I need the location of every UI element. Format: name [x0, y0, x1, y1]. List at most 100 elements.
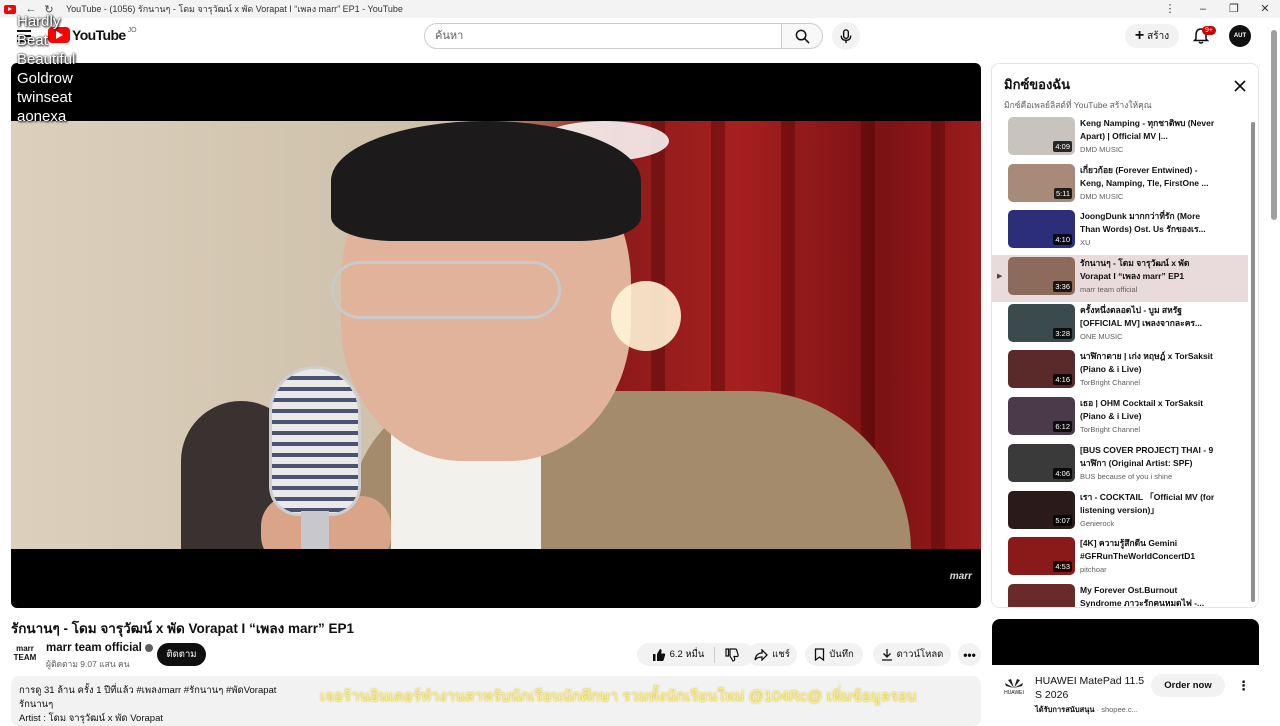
ad-video[interactable]	[992, 619, 1259, 665]
playlist-thumbnail[interactable]	[1008, 583, 1075, 607]
menu-icon[interactable]: ⋮	[1155, 0, 1185, 18]
playlist-item[interactable]: 4:16 นาฬิกาตาย | เก่ง หฤษฎ์ x TorSaksit (…	[992, 348, 1248, 395]
duration-badge: 5:11	[1053, 187, 1072, 199]
playlist-thumbnail[interactable]: 5:07	[1008, 490, 1075, 529]
order-now-button[interactable]: Order now	[1151, 674, 1225, 697]
playlist-thumbnail[interactable]: 3:28	[1008, 303, 1075, 342]
download-button[interactable]: ดาวน์โหลด	[873, 643, 951, 666]
browser-titlebar: ← ↻ YouTube - (1056) รักนานๆ - โดม จารุว…	[0, 0, 1280, 18]
overlay-line: twinseat	[17, 89, 73, 106]
playlist-item-title[interactable]: นาฬิกาตาย | เก่ง หฤษฎ์ x TorSaksit (Pian…	[1080, 350, 1220, 376]
playlist-item-channel: Genierock	[1080, 518, 1115, 528]
create-button[interactable]: + สร้าง	[1125, 24, 1179, 48]
video-title: รักนานๆ - โดม จารุวัฒน์ x พัด Vorapat I …	[11, 621, 354, 636]
duration-badge: 6:12	[1053, 421, 1072, 433]
minimize-icon[interactable]: –	[1188, 0, 1218, 18]
playlist-item-channel: ONE MUSIC	[1080, 331, 1123, 341]
playlist-item-channel: DMD MUSIC	[1080, 191, 1124, 201]
playlist-item-title[interactable]: JoongDunk มากกว่าที่รัก (More Than Words…	[1080, 210, 1220, 236]
playlist-thumbnail[interactable]: 5:11	[1008, 163, 1075, 202]
huawei-logo: HUAWEI	[1004, 679, 1024, 696]
dislike-icon[interactable]	[725, 647, 740, 662]
maximize-icon[interactable]: ❐	[1219, 0, 1249, 18]
bookmark-icon	[815, 648, 825, 661]
plus-icon: +	[1134, 27, 1145, 44]
verified-icon	[144, 643, 153, 652]
more-actions-button[interactable]: •••	[958, 643, 981, 666]
duration-badge: 4:53	[1053, 561, 1072, 573]
playlist-item-channel: TorBright Channel	[1080, 378, 1141, 388]
playlist-item[interactable]: 4:06 [BUS COVER PROJECT] THAI - 9 นาฬิกา …	[992, 442, 1248, 489]
duration-badge: 3:28	[1053, 327, 1072, 339]
more-vertical-icon[interactable]: ⋮	[1237, 679, 1250, 693]
playlist-thumbnail[interactable]: 4:09	[1008, 117, 1075, 155]
avatar[interactable]: AUT	[1229, 25, 1251, 47]
playlist-item-title[interactable]: เรา - COCKTAIL 「Official MV (for listeni…	[1080, 491, 1220, 517]
tab-title: YouTube - (1056) รักนานๆ - โดม จารุวัฒน์…	[66, 4, 403, 14]
playlist-item-title[interactable]: รักนานๆ - โดม จารุวัฒน์ x พัด Vorapat I …	[1080, 257, 1220, 283]
ad-sponsor: ได้รับการสนับสนุน · shopee.c...	[1035, 705, 1138, 714]
playlist-thumbnail[interactable]: 4:53	[1008, 537, 1075, 576]
playlist-item-channel: pitchoar	[1080, 565, 1107, 575]
close-icon[interactable]	[1232, 78, 1248, 94]
search-button[interactable]	[781, 23, 823, 49]
overlay-line: aonexa	[17, 108, 67, 125]
like-dislike-group: 6.2 หมื่น	[637, 643, 754, 666]
playlist-item[interactable]: ▶ 3:36 รักนานๆ - โดม จารุวัฒน์ x พัด Vorap…	[992, 255, 1248, 302]
playlist-thumbnail[interactable]: 4:16	[1008, 350, 1075, 389]
playlist-item[interactable]: 4:09 Keng Namping - ทุกชาติพบ (Never Apar…	[992, 115, 1248, 162]
playlist-scrollbar[interactable]	[1251, 122, 1255, 602]
microphone-icon	[840, 28, 852, 43]
playlist-item-title[interactable]: เกี่ยวก้อย (Forever Entwined) - Keng, Na…	[1080, 164, 1220, 190]
overlay-line: Hardly	[17, 13, 61, 30]
channel-logo[interactable]: marr TEAM	[11, 644, 39, 668]
video-watermark: marr	[949, 571, 972, 582]
like-count[interactable]: 6.2 หมื่น	[670, 647, 705, 662]
save-button[interactable]: บันทึก	[805, 643, 863, 666]
search-input[interactable]: ค้นหา	[424, 23, 782, 49]
playlist-item[interactable]: 4:53 [4K] ความรู้สึกดีน Gemini #GFRunTheW…	[992, 535, 1248, 582]
close-window-icon[interactable]: ✕	[1250, 0, 1280, 18]
subscribe-button[interactable]: ติดตาม	[157, 643, 206, 666]
overlay-text-list: Hardly Beat Beautiful Goldrow twinseat a…	[17, 12, 75, 126]
sponsored-ad[interactable]: HUAWEI HUAWEI MatePad 11.5 S 2026 ได้รับ…	[992, 619, 1259, 720]
playlist-item[interactable]: My Forever Ost.Burnout Syndrome ภาวะรักค…	[992, 582, 1248, 607]
like-icon[interactable]	[652, 648, 666, 662]
playlist-thumbnail[interactable]: 3:36	[1008, 257, 1075, 296]
playlist-item-title[interactable]: My Forever Ost.Burnout Syndrome ภาวะรักค…	[1080, 584, 1220, 607]
playlist-thumbnail[interactable]: 4:06	[1008, 443, 1075, 482]
playlist-item-channel: DMD MUSIC	[1080, 145, 1124, 154]
playlist-item-title[interactable]: ครั้งหนึ่งตลอดไป - บูม สหรัฐ [OFFICIAL M…	[1080, 304, 1220, 330]
playlist-thumbnail[interactable]: 4:10	[1008, 210, 1075, 249]
playlist-item[interactable]: 6:12 เธอ | OHM Cocktail x TorSaksit (Pian…	[992, 395, 1248, 442]
overlay-line: Beat	[17, 32, 48, 49]
playlist-item[interactable]: 3:28 ครั้งหนึ่งตลอดไป - บูม สหรัฐ [OFFICI…	[992, 302, 1248, 349]
channel-name[interactable]: marr team official	[46, 642, 153, 654]
playlist-title[interactable]: มิกซ์ของฉัน	[1004, 74, 1152, 95]
duration-badge: 5:07	[1053, 514, 1072, 526]
playlist-item[interactable]: 5:07 เรา - COCKTAIL 「Official MV (for lis…	[992, 489, 1248, 536]
duration-badge: 3:36	[1053, 281, 1072, 293]
share-button[interactable]: แชร์	[747, 643, 797, 666]
overlay-ticker-text: เจอร้านอินเตอร์ทำงานสาหรับนักเรียนนักศึก…	[320, 688, 917, 705]
page-scrollbar[interactable]	[1271, 30, 1277, 220]
playlist-item-title[interactable]: [BUS COVER PROJECT] THAI - 9 นาฬิกา (Ori…	[1080, 444, 1220, 470]
now-playing-icon: ▶	[997, 273, 1003, 281]
voice-search-button[interactable]	[832, 22, 860, 50]
duration-badge: 4:06	[1053, 467, 1072, 479]
share-icon	[754, 648, 769, 661]
notification-badge: 9+	[1202, 26, 1216, 35]
playlist-item[interactable]: 4:10 JoongDunk มากกว่าที่รัก (More Than W…	[992, 208, 1248, 255]
playlist-item-channel: BUS because of you i shine	[1080, 471, 1173, 481]
playlist-item-title[interactable]: [4K] ความรู้สึกดีน Gemini #GFRunTheWorld…	[1080, 537, 1220, 563]
playlist-item-title[interactable]: เธอ | OHM Cocktail x TorSaksit (Piano & …	[1080, 397, 1220, 423]
playlist-item[interactable]: 5:11 เกี่ยวก้อย (Forever Entwined) - Keng…	[992, 162, 1248, 209]
ad-title[interactable]: HUAWEI MatePad 11.5 S 2026	[1035, 674, 1145, 702]
more-horizontal-icon: •••	[963, 647, 976, 662]
playlist-thumbnail[interactable]: 6:12	[1008, 397, 1075, 436]
search-icon	[795, 29, 810, 44]
youtube-favicon-icon	[4, 4, 16, 14]
playlist-item-title[interactable]: Keng Namping - ทุกชาติพบ (Never Apart) |…	[1080, 117, 1220, 143]
video-player[interactable]: marr	[11, 63, 981, 608]
overlay-line: Beautiful	[17, 51, 76, 68]
